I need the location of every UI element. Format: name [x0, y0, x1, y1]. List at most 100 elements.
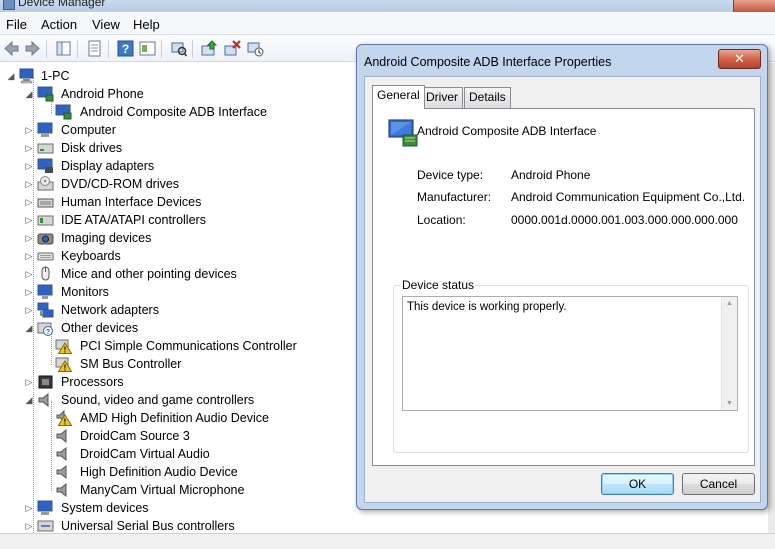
cancel-button[interactable]: Cancel	[682, 473, 755, 495]
tree-item-label: DroidCam Source 3	[80, 429, 190, 443]
collapse-arrow-icon[interactable]: ◢	[6, 67, 16, 85]
expand-arrow-icon[interactable]: ▷	[24, 499, 34, 517]
svg-text:?: ?	[122, 42, 129, 56]
tree-item-label: Android Phone	[61, 87, 144, 101]
tree-item-droidcam-virtual-audio[interactable]: DroidCam Virtual Audio	[42, 445, 242, 463]
warning-device-icon: !	[55, 339, 72, 354]
expand-arrow-icon[interactable]: ▷	[24, 517, 34, 533]
scroll-up-icon[interactable]: ▲	[726, 300, 733, 307]
device-type-label: Device type:	[417, 168, 484, 182]
tab-driver[interactable]: Driver	[421, 87, 463, 108]
system-device-icon	[37, 500, 53, 515]
menu-action[interactable]: Action	[41, 17, 77, 32]
network-adapter-icon	[37, 302, 54, 318]
tree-item-keyboards[interactable]: ▷ Keyboards	[24, 247, 224, 265]
expand-arrow-icon[interactable]: ▷	[24, 211, 34, 229]
tree-item-dvd-cd-rom-drives[interactable]: ▷ DVD/CD-ROM drives	[24, 175, 224, 193]
dialog-title: Android Composite ADB Interface Properti…	[364, 55, 612, 69]
tree-item-android-phone[interactable]: ◢ Android Phone	[24, 85, 244, 103]
menu-file[interactable]: File	[6, 17, 27, 32]
expand-arrow-icon[interactable]: ▷	[24, 157, 34, 175]
expand-arrow-icon[interactable]: ▷	[24, 265, 34, 283]
tree-item-disk-drives[interactable]: ▷ Disk drives	[24, 139, 224, 157]
expand-arrow-icon[interactable]: ▷	[24, 283, 34, 301]
expand-arrow-icon[interactable]: ▷	[24, 121, 34, 139]
tree-item-display-adapters[interactable]: ▷ Display adapters	[24, 157, 224, 175]
tree-item-label: Universal Serial Bus controllers	[61, 519, 235, 533]
ok-button[interactable]: OK	[601, 473, 674, 495]
tree-item-human-interface-devices[interactable]: ▷ Human Interface Devices	[24, 193, 244, 211]
collapse-arrow-icon[interactable]: ◢	[24, 85, 34, 103]
expand-arrow-icon[interactable]: ▷	[24, 139, 34, 157]
collapse-arrow-icon[interactable]: ◢	[24, 319, 34, 337]
menu-bar: File Action View Help	[0, 13, 775, 35]
expand-arrow-icon[interactable]: ▷	[24, 247, 34, 265]
mouse-icon	[41, 266, 50, 281]
expand-arrow-icon[interactable]: ▷	[24, 229, 34, 247]
properties-icon[interactable]	[86, 40, 103, 57]
view-icon[interactable]	[139, 40, 156, 57]
tree-scrollbar[interactable]	[768, 63, 775, 533]
tree-item-label: SM Bus Controller	[80, 357, 182, 371]
tree-item-label: High Definition Audio Device	[80, 465, 238, 479]
window-close-button[interactable]	[733, 0, 775, 12]
tree-item-usb-controllers[interactable]: ▷ Universal Serial Bus controllers	[24, 517, 244, 533]
tree-item-mice[interactable]: ▷ Mice and other pointing devices	[24, 265, 264, 283]
tree-item-droidcam-source-3[interactable]: DroidCam Source 3	[42, 427, 242, 445]
tree-item-label: Imaging devices	[61, 231, 152, 245]
tree-item-ide-ata-atapi-controllers[interactable]: ▷ IDE ATA/ATAPI controllers	[24, 211, 244, 229]
tree-item-sound-video-game[interactable]: ◢ Sound, video and game controllers	[24, 391, 264, 409]
expand-arrow-icon[interactable]: ▷	[24, 373, 34, 391]
tree-item-monitors[interactable]: ▷ Monitors	[24, 283, 224, 301]
tree-item-manycam-virtual-microphone[interactable]: ManyCam Virtual Microphone	[42, 481, 282, 499]
tree-item-label: Human Interface Devices	[61, 195, 202, 209]
expand-arrow-icon[interactable]: ▷	[24, 193, 34, 211]
device-type-value: Android Phone	[511, 168, 591, 182]
tree-item-label: Processors	[61, 375, 124, 389]
keyboard-icon	[37, 252, 54, 261]
tree-item-hd-audio-device[interactable]: High Definition Audio Device	[42, 463, 262, 481]
tree-item-pci-simple-communications-controller[interactable]: ! PCI Simple Communications Controller	[42, 337, 302, 355]
back-icon[interactable]	[3, 40, 20, 57]
tree-root[interactable]: ◢ 1-PC	[6, 67, 206, 85]
menu-view[interactable]: View	[92, 17, 120, 32]
update-driver-icon[interactable]	[201, 40, 218, 57]
tree-item-label: Keyboards	[61, 249, 121, 263]
tree-item-computer[interactable]: ▷ Computer	[24, 121, 224, 139]
device-status-textbox[interactable]: This device is working properly. ▲ ▼	[402, 296, 738, 411]
collapse-arrow-icon[interactable]: ◢	[24, 391, 34, 409]
tree-item-processors[interactable]: ▷ Processors	[24, 373, 224, 391]
computer-icon	[19, 68, 34, 84]
expand-arrow-icon[interactable]: ▷	[24, 301, 34, 319]
tab-general[interactable]: General	[372, 85, 425, 109]
uninstall-icon[interactable]	[224, 40, 241, 57]
show-hide-tree-icon[interactable]	[55, 40, 72, 57]
scroll-down-icon[interactable]: ▼	[726, 400, 733, 407]
ide-controller-icon	[37, 215, 54, 226]
expand-arrow-icon[interactable]: ▷	[24, 175, 34, 193]
scan-hardware-icon[interactable]	[170, 40, 187, 57]
tree-item-label: Mice and other pointing devices	[61, 267, 237, 281]
tab-panel-general: Android Composite ADB Interface Device t…	[372, 108, 755, 466]
status-scrollbar[interactable]: ▲ ▼	[721, 297, 737, 410]
speaker-warning-icon: !	[56, 410, 72, 427]
tree-item-system-devices[interactable]: ▷ System devices	[24, 499, 224, 517]
manufacturer-label: Manufacturer:	[417, 190, 492, 204]
tree-item-other-devices[interactable]: ◢ ? Other devices	[24, 319, 224, 337]
tree-item-label: AMD High Definition Audio Device	[80, 411, 269, 425]
tree-item-label: Network adapters	[61, 303, 159, 317]
menu-help[interactable]: Help	[133, 17, 160, 32]
properties-dialog: Android Composite ADB Interface Properti…	[356, 44, 768, 510]
tree-item-sm-bus-controller[interactable]: ! SM Bus Controller	[42, 355, 242, 373]
tree-item-android-composite-adb[interactable]: Android Composite ADB Interface	[42, 103, 282, 121]
tree-item-network-adapters[interactable]: ▷ Network adapters	[24, 301, 224, 319]
device-tree[interactable]: ◢ 1-PC ◢ Android Phone Android Composite…	[0, 63, 360, 533]
forward-icon[interactable]	[24, 40, 41, 57]
disable-device-icon[interactable]	[247, 40, 264, 57]
svg-text:!: !	[64, 418, 67, 427]
tree-item-amd-hd-audio[interactable]: ! AMD High Definition Audio Device	[42, 409, 292, 427]
dialog-close-button[interactable]: ✕	[718, 49, 761, 69]
help-icon[interactable]: ?	[117, 40, 134, 57]
tree-item-imaging-devices[interactable]: ▷ Imaging devices	[24, 229, 224, 247]
tab-details[interactable]: Details	[464, 87, 511, 108]
